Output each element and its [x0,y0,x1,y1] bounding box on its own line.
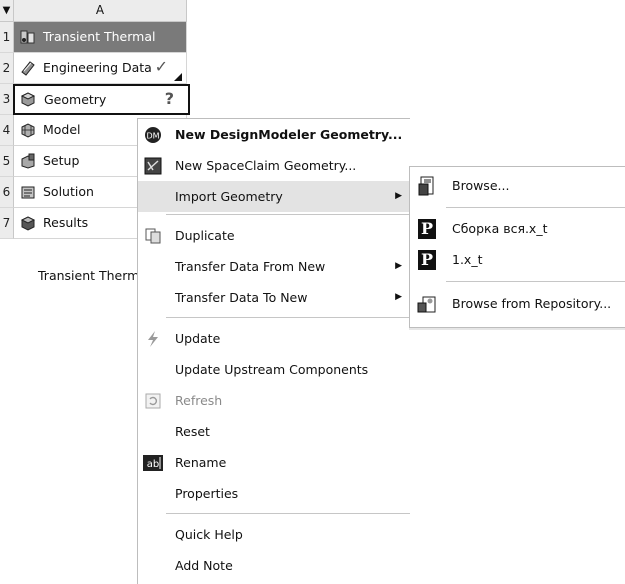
import-geometry-submenu: Browse... P Сборка вся.x_t P 1.x_t Brows… [409,166,625,328]
system-menu-arrow[interactable]: ▼ [0,0,14,22]
model-icon [21,123,35,138]
repository-icon [417,294,437,314]
parasolid-file-icon: P [417,250,437,270]
menu-item-label: Rename [175,455,227,470]
system-row-engineering-data[interactable]: 2 Engineering Data ✓ [0,53,187,84]
submenu-item-recent-file-2[interactable]: P 1.x_t [410,243,625,276]
update-lightning-icon [138,323,168,354]
rename-icon: ab [138,447,168,478]
menu-item-label: Add Note [175,558,233,573]
menu-item-label: Transfer Data From New [175,259,326,274]
menu-item-label: Import Geometry [175,189,283,204]
menu-item-label: Reset [175,424,210,439]
cell-label: Engineering Data [43,60,152,75]
system-cell[interactable]: Transient Thermal [14,22,187,53]
submenu-item-recent-file-1[interactable]: P Сборка вся.x_t [410,212,625,245]
cell-label: Solution [43,184,94,199]
svg-text:DM: DM [146,131,159,140]
menu-item-update-upstream[interactable]: Update Upstream Components [138,354,410,385]
system-title: Transient Thermal [43,29,156,44]
question-icon: ? [164,89,174,108]
menu-separator [166,317,410,318]
row-index: 3 [0,84,14,115]
menu-item-transfer-data-to-new[interactable]: Transfer Data To New ▶ [138,282,410,313]
spaceclaim-icon [138,150,168,181]
menu-item-reset[interactable]: Reset [138,416,410,447]
row-index: 7 [0,208,14,239]
check-icon: ✓ [154,57,168,76]
system-cell-selected[interactable]: Geometry ? [13,84,190,115]
results-icon [20,216,36,231]
menu-item-refresh[interactable]: Refresh [138,385,410,416]
row-index: 2 [0,53,14,84]
row-index: 4 [0,115,14,146]
menu-separator [446,207,625,208]
submenu-item-label: Сборка вся.x_t [452,221,548,236]
menu-item-label: Duplicate [175,228,235,243]
cell-label: Results [43,215,89,230]
submenu-item-browse[interactable]: Browse... [410,169,625,202]
menu-item-import-geometry[interactable]: Import Geometry ▶ [138,181,410,212]
menu-item-label: Properties [175,486,239,501]
menu-item-update[interactable]: Update [138,323,410,354]
browse-icon [417,176,437,196]
submenu-item-browse-repository[interactable]: Browse from Repository... [410,287,625,320]
menu-separator [166,214,410,215]
solution-icon [21,186,35,199]
system-cell[interactable]: Engineering Data ✓ [14,53,187,84]
submenu-arrow-icon: ▶ [395,261,402,271]
row-index: 5 [0,146,14,177]
menu-item-label: Transfer Data To New [175,290,308,305]
menu-item-transfer-data-from-new[interactable]: Transfer Data From New ▶ [138,251,410,282]
designmodeler-icon: DM [138,119,168,150]
parasolid-badge: P [418,219,436,239]
duplicate-icon [138,220,168,251]
menu-item-properties[interactable]: Properties [138,478,410,509]
submenu-arrow-icon: ▶ [395,292,402,302]
menu-item-quick-help[interactable]: Quick Help [138,519,410,550]
submenu-item-label: 1.x_t [452,252,483,267]
system-row-transient-thermal[interactable]: 1 Transient Thermal [0,22,187,53]
parasolid-file-icon: P [417,219,437,239]
system-row-geometry[interactable]: 3 Geometry ? [0,84,190,115]
menu-item-label: Refresh [175,393,223,408]
context-menu: DM New DesignModeler Geometry... New Spa… [137,118,410,584]
svg-text:ab: ab [147,459,159,470]
submenu-arrow-icon: ▶ [395,191,402,201]
menu-item-new-designmodeler[interactable]: DM New DesignModeler Geometry... [138,119,410,150]
system-caption[interactable]: Transient Therm [38,268,139,283]
refresh-icon [138,385,168,416]
menu-item-label: New SpaceClaim Geometry... [175,158,357,173]
menu-separator [446,281,625,282]
cell-label: Setup [43,153,80,168]
cell-label: Geometry [44,92,107,107]
submenu-item-label: Browse from Repository... [452,296,612,311]
setup-icon [21,153,35,169]
menu-item-label: Update Upstream Components [175,362,369,377]
menu-item-label: Quick Help [175,527,243,542]
submenu-item-label: Browse... [452,178,510,193]
menu-item-duplicate[interactable]: Duplicate [138,220,410,251]
menu-item-new-spaceclaim[interactable]: New SpaceClaim Geometry... [138,150,410,181]
menu-item-label: New DesignModeler Geometry... [175,127,403,142]
engineering-data-icon [21,61,35,76]
geometry-icon [20,92,36,107]
menu-separator [166,513,410,514]
menu-item-rename[interactable]: ab Rename [138,447,410,478]
corner-arrow-icon [174,73,182,81]
column-header: A [14,0,187,22]
parasolid-badge: P [418,250,436,270]
menu-item-add-note[interactable]: Add Note [138,550,410,581]
transient-thermal-icon [20,30,35,44]
menu-item-label: Update [175,331,221,346]
cell-label: Model [43,122,81,137]
row-index: 1 [0,22,14,53]
row-index: 6 [0,177,14,208]
